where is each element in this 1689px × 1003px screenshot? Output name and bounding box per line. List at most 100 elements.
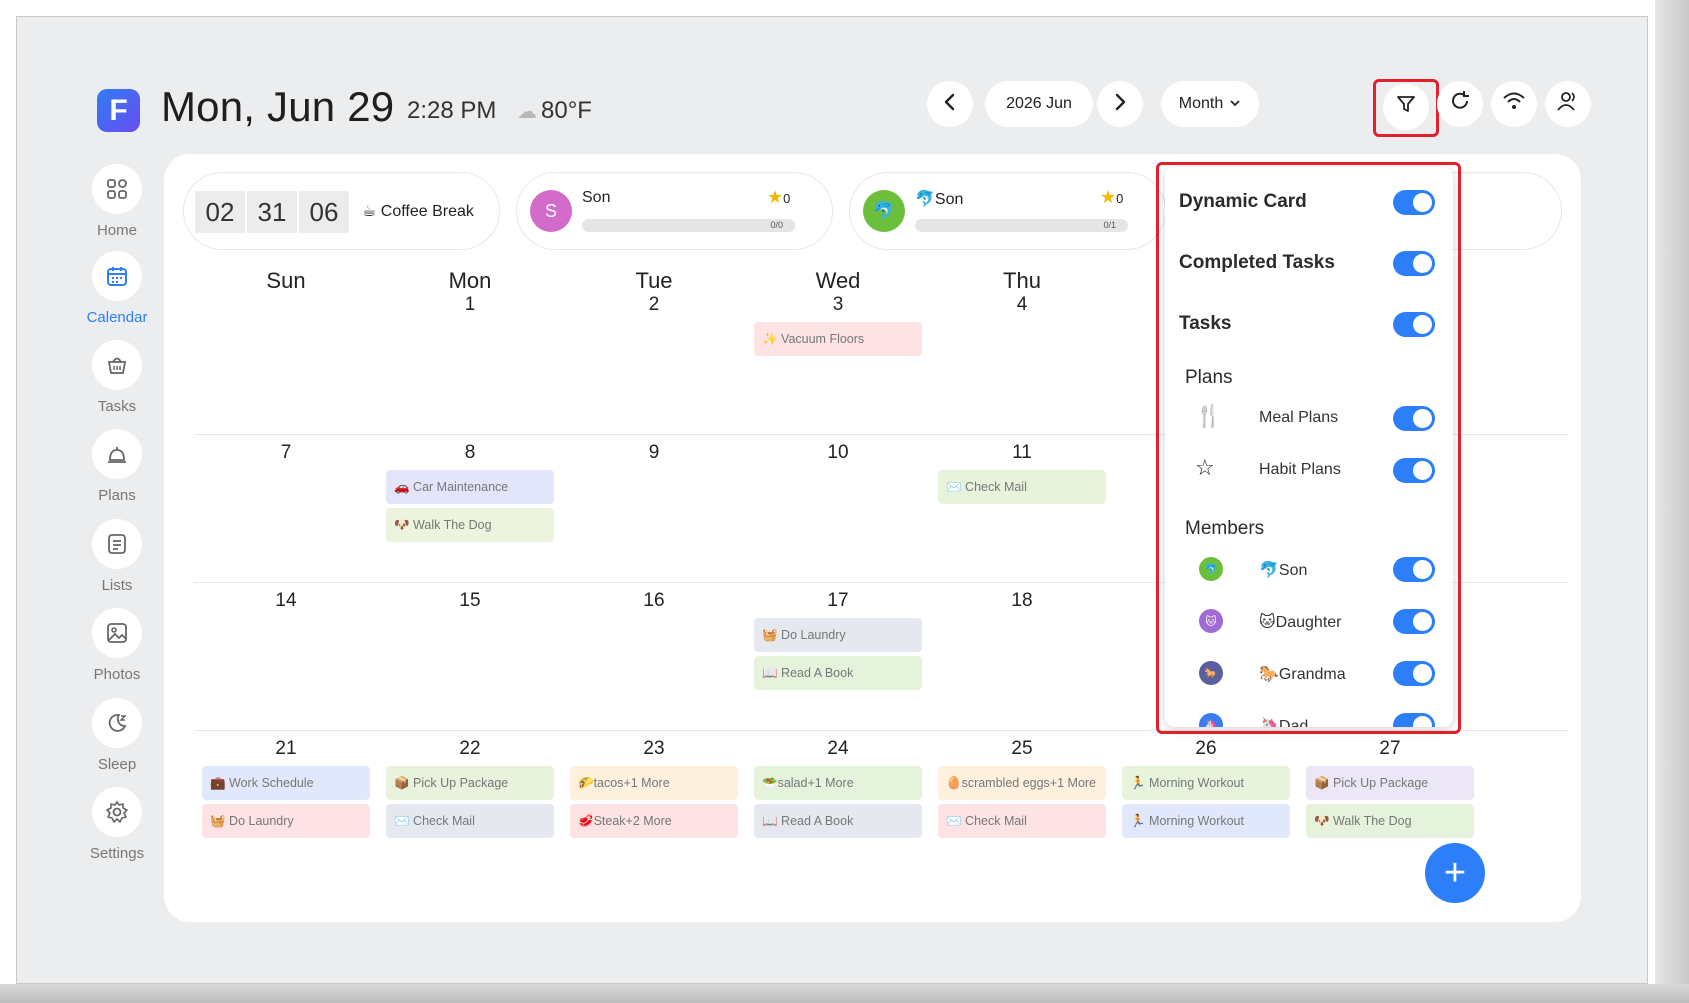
day-number[interactable]: 4 (930, 294, 1114, 316)
event-chip[interactable]: ✉️ Check Mail (938, 470, 1106, 504)
day-number[interactable]: 1 (378, 294, 562, 316)
current-date: Mon, Jun 29 (161, 83, 395, 130)
event-chip[interactable]: 🏃 Morning Workout (1122, 766, 1290, 800)
refresh-button[interactable] (1437, 81, 1483, 127)
day-number[interactable]: 2 (562, 294, 746, 316)
sidebar-item-sleep[interactable]: Sleep (77, 698, 157, 773)
day-number[interactable]: 15 (378, 590, 562, 612)
sidebar-item-label: Photos (93, 666, 141, 683)
sidebar-item-label: Plans (98, 487, 136, 504)
sidebar-item-home[interactable]: Home (77, 164, 157, 239)
member-name: Son (582, 189, 611, 206)
sidebar-item-label: Calendar (86, 309, 148, 326)
day-number[interactable]: 14 (194, 590, 378, 612)
event-chip[interactable]: 🥚scrambled eggs+1 More (938, 766, 1106, 800)
sidebar-item-settings[interactable]: Settings (77, 787, 157, 862)
list-icon (92, 519, 142, 569)
add-event-button[interactable]: + (1425, 843, 1485, 903)
member-card[interactable]: 🐬 🐬Son ★0 0/1 (849, 172, 1166, 250)
event-chip[interactable]: 🥗salad+1 More (754, 766, 922, 800)
bell-icon (92, 429, 142, 479)
timer-label: ☕ Coffee Break (362, 203, 474, 220)
moon-icon (92, 698, 142, 748)
wifi-icon (1502, 90, 1526, 118)
weekday-header: Tue (635, 268, 673, 293)
day-number[interactable]: 9 (562, 442, 746, 464)
day-number[interactable]: 18 (930, 590, 1114, 612)
timer-card[interactable]: 02 31 06 ☕ Coffee Break (183, 172, 500, 250)
next-month-button[interactable] (1097, 81, 1143, 127)
day-number[interactable]: 27 (1298, 738, 1482, 760)
weekday-header: Thu (1003, 268, 1041, 293)
sidebar-item-tasks[interactable]: Tasks (77, 340, 157, 415)
member-name: 🐬Son (915, 191, 964, 208)
event-chip[interactable]: ✨ Vacuum Floors (754, 322, 922, 356)
star-icon: ★ (1100, 187, 1117, 207)
day-number[interactable]: 26 (1114, 738, 1298, 760)
avatar: 🐬 (863, 190, 905, 232)
event-chip[interactable]: 📦 Pick Up Package (386, 766, 554, 800)
sidebar-item-label: Tasks (97, 398, 137, 415)
app-logo: F (97, 89, 140, 132)
star-icon: ★ (767, 187, 784, 207)
event-chip[interactable]: 🐶 Walk The Dog (386, 508, 554, 542)
day-number[interactable]: 11 (930, 442, 1114, 464)
member-card[interactable]: S Son ★0 0/0 (516, 172, 833, 250)
day-number[interactable]: 24 (746, 738, 930, 760)
gear-icon (92, 787, 142, 837)
filter-highlight (1373, 79, 1439, 137)
day-number[interactable]: 22 (378, 738, 562, 760)
event-chip[interactable]: 📦 Pick Up Package (1306, 766, 1474, 800)
month-year-label[interactable]: 2026 Jun (985, 81, 1093, 127)
calendar-icon (92, 251, 142, 301)
prev-month-button[interactable] (927, 81, 973, 127)
members-button[interactable] (1545, 81, 1591, 127)
timer-seconds: 06 (299, 191, 349, 233)
event-chip[interactable]: 🥩Steak+2 More (570, 804, 738, 838)
sidebar-item-calendar[interactable]: Calendar (77, 251, 157, 326)
screen-shadow-bottom (0, 984, 1689, 1003)
day-number[interactable]: 7 (194, 442, 378, 464)
sidebar-item-plans[interactable]: Plans (77, 429, 157, 504)
member-stars: ★0 (767, 187, 791, 207)
event-chip[interactable]: 📖 Read A Book (754, 656, 922, 690)
event-chip[interactable]: 🧺 Do Laundry (754, 618, 922, 652)
wifi-button[interactable] (1491, 81, 1537, 127)
grid-icon (92, 164, 142, 214)
event-chip[interactable]: 📖 Read A Book (754, 804, 922, 838)
sidebar-item-lists[interactable]: Lists (77, 519, 157, 594)
event-chip[interactable]: ✉️ Check Mail (938, 804, 1106, 838)
screen-shadow-right (1655, 0, 1689, 1003)
day-number[interactable]: 21 (194, 738, 378, 760)
weekday-header: Sun (266, 268, 306, 293)
event-chip[interactable]: 💼 Work Schedule (202, 766, 370, 800)
day-number[interactable]: 3 (746, 294, 930, 316)
view-selector[interactable]: Month (1161, 81, 1259, 127)
day-number[interactable]: 25 (930, 738, 1114, 760)
sidebar-item-label: Home (96, 222, 137, 239)
event-chip[interactable]: 🐶 Walk The Dog (1306, 804, 1474, 838)
day-number[interactable]: 8 (378, 442, 562, 464)
app-screen: F Mon, Jun 29 2:28 PM ☁ 80°F 2026 Jun Mo… (16, 16, 1648, 984)
event-chip[interactable]: 🏃 Morning Workout (1122, 804, 1290, 838)
event-chip[interactable]: 🧺 Do Laundry (202, 804, 370, 838)
avatar: S (530, 190, 572, 232)
users-icon (1556, 90, 1580, 119)
sidebar-item-photos[interactable]: Photos (77, 608, 157, 683)
day-number[interactable]: 10 (746, 442, 930, 464)
event-chip[interactable]: 🌮tacos+1 More (570, 766, 738, 800)
chevron-left-icon (942, 90, 958, 118)
event-chip[interactable]: 🚗 Car Maintenance (386, 470, 554, 504)
chevron-right-icon (1112, 90, 1128, 118)
day-number[interactable]: 16 (562, 590, 746, 612)
sidebar-item-label: Settings (89, 845, 145, 862)
event-chip[interactable]: ✉️ Check Mail (386, 804, 554, 838)
temperature: 80°F (541, 97, 592, 124)
cloud-icon: ☁ (517, 101, 537, 123)
sidebar-item-label: Sleep (97, 756, 137, 773)
chevron-down-icon (1229, 95, 1241, 113)
member-progress-bar: 0/0 (582, 219, 795, 232)
day-number[interactable]: 23 (562, 738, 746, 760)
day-number[interactable]: 17 (746, 590, 930, 612)
refresh-icon (1449, 90, 1471, 119)
